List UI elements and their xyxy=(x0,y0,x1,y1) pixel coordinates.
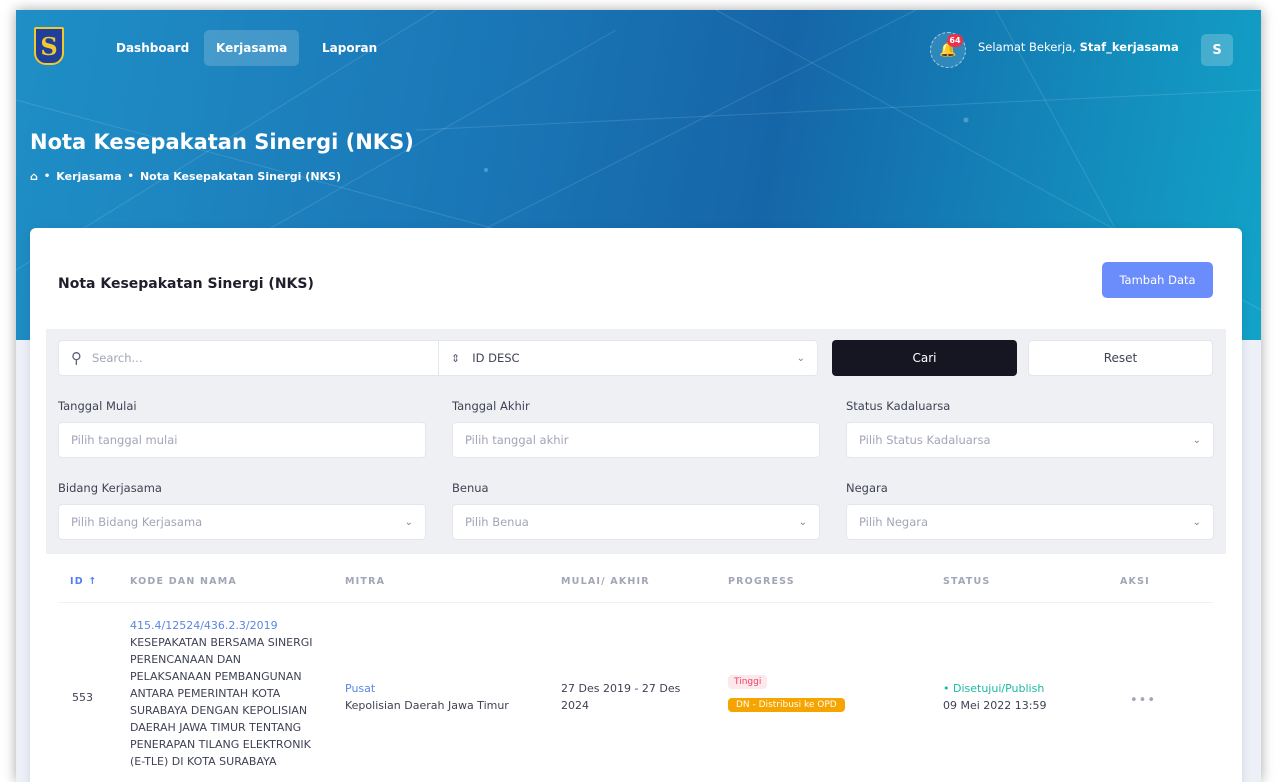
search-button[interactable]: Cari xyxy=(832,340,1017,376)
nav-kerjasama[interactable]: Kerjasama xyxy=(204,30,300,66)
chevron-down-icon: ⌄ xyxy=(1192,516,1201,528)
col-header-aksi: AKSI xyxy=(1120,576,1150,587)
breadcrumb: ⌂ • Kerjasama • Nota Kesepakatan Sinergi… xyxy=(30,170,341,183)
start-date-placeholder: Pilih tanggal mulai xyxy=(71,433,178,447)
start-date-field[interactable]: Pilih tanggal mulai xyxy=(58,422,426,458)
page-title: Nota Kesepakatan Sinergi (NKS) xyxy=(30,130,414,154)
expiry-status-label: Status Kadaluarsa xyxy=(846,399,951,413)
breadcrumb-separator: • xyxy=(127,171,134,182)
search-placeholder: Search... xyxy=(92,351,143,365)
status-label: Disetujui/Publish xyxy=(953,682,1045,695)
row-id: 553 xyxy=(72,691,93,704)
progress-badge: DN - Distribusi ke OPD xyxy=(728,698,845,712)
expiry-status-select[interactable]: Pilih Status Kadaluarsa ⌄ xyxy=(846,422,1214,458)
home-icon[interactable]: ⌂ xyxy=(30,170,38,183)
notification-button[interactable]: 🔔 64 xyxy=(930,32,966,68)
end-date-label: Tanggal Akhir xyxy=(452,399,530,413)
field-select[interactable]: Pilih Bidang Kerjasama ⌄ xyxy=(58,504,426,540)
breadcrumb-item-kerjasama[interactable]: Kerjasama xyxy=(56,170,121,183)
country-placeholder: Pilih Negara xyxy=(859,515,929,529)
field-placeholder: Pilih Bidang Kerjasama xyxy=(71,515,203,529)
card-title: Nota Kesepakatan Sinergi (NKS) xyxy=(58,276,314,292)
chevron-down-icon: ⌄ xyxy=(404,516,413,528)
col-header-id[interactable]: ID ↑ xyxy=(70,576,98,587)
sort-asc-icon: ↑ xyxy=(88,576,98,587)
continent-label: Benua xyxy=(452,481,489,495)
col-header-status[interactable]: STATUS xyxy=(943,576,990,587)
country-label: Negara xyxy=(846,481,888,495)
nks-card: Nota Kesepakatan Sinergi (NKS) Tambah Da… xyxy=(30,228,1242,782)
chevron-down-icon: ⌄ xyxy=(798,516,807,528)
start-date-label: Tanggal Mulai xyxy=(58,399,137,413)
nav-laporan[interactable]: Laporan xyxy=(310,30,389,66)
continent-select[interactable]: Pilih Benua ⌄ xyxy=(452,504,820,540)
user-greeting: Selamat Bekerja, Staf_kerjasama xyxy=(978,40,1179,54)
search-icon: ⚲ xyxy=(71,349,82,367)
expiry-status-placeholder: Pilih Status Kadaluarsa xyxy=(859,433,991,447)
chevron-down-icon: ⌄ xyxy=(796,352,805,364)
sort-select[interactable]: ⇕ ID DESC ⌄ xyxy=(438,340,818,376)
row-mitra-type[interactable]: Pusat xyxy=(345,680,545,697)
table-divider xyxy=(58,602,1213,603)
col-header-progress[interactable]: PROGRESS xyxy=(728,576,795,587)
col-header-mitra[interactable]: MITRA xyxy=(345,576,385,587)
breadcrumb-item-nks: Nota Kesepakatan Sinergi (NKS) xyxy=(139,170,341,183)
username: Staf_kerjasama xyxy=(1079,40,1179,54)
top-navigation: S Dashboard Kerjasama Laporan 🔔 64 Selam… xyxy=(16,10,1261,72)
field-label: Bidang Kerjasama xyxy=(58,481,162,495)
reset-button[interactable]: Reset xyxy=(1028,340,1213,376)
priority-badge: Tinggi xyxy=(728,675,768,689)
col-header-periode[interactable]: MULAI/ AKHIR xyxy=(561,576,650,587)
user-avatar[interactable]: S xyxy=(1201,34,1233,66)
col-header-id-label: ID xyxy=(70,576,84,587)
more-actions-icon[interactable]: ••• xyxy=(1130,693,1156,708)
end-date-placeholder: Pilih tanggal akhir xyxy=(465,433,569,447)
row-mitra-name: Kepolisian Daerah Jawa Timur xyxy=(345,699,509,712)
city-logo[interactable]: S xyxy=(34,27,64,65)
sort-value: ID DESC xyxy=(472,351,520,365)
col-header-kode[interactable]: KODE DAN NAMA xyxy=(130,576,237,587)
end-date-field[interactable]: Pilih tanggal akhir xyxy=(452,422,820,458)
row-mitra: Pusat Kepolisian Daerah Jawa Timur xyxy=(345,680,545,714)
row-periode: 27 Des 2019 - 27 Des 2024 xyxy=(561,682,681,712)
country-select[interactable]: Pilih Negara ⌄ xyxy=(846,504,1214,540)
notification-count-badge: 64 xyxy=(947,34,963,47)
filter-panel: ⚲ Search... ⇕ ID DESC ⌄ Cari Reset Tangg… xyxy=(46,329,1226,554)
status-text: • Disetujui/Publish xyxy=(943,682,1045,695)
row-kode-nama: 415.4/12524/436.2.3/2019 KESEPAKATAN BER… xyxy=(130,617,320,770)
greeting-prefix: Selamat Bekerja, xyxy=(978,40,1076,54)
status-date: 09 Mei 2022 13:59 xyxy=(943,699,1047,712)
continent-placeholder: Pilih Benua xyxy=(465,515,529,529)
search-input[interactable]: ⚲ Search... xyxy=(58,340,438,376)
app-window: S Dashboard Kerjasama Laporan 🔔 64 Selam… xyxy=(16,10,1261,782)
row-status: • Disetujui/Publish 09 Mei 2022 13:59 xyxy=(943,680,1103,714)
breadcrumb-separator: • xyxy=(43,171,51,182)
row-nama: KESEPAKATAN BERSAMA SINERGI PERENCANAAN … xyxy=(130,636,313,768)
chevron-down-icon: ⌄ xyxy=(1192,434,1201,446)
row-kode-link[interactable]: 415.4/12524/436.2.3/2019 xyxy=(130,617,320,634)
nav-dashboard[interactable]: Dashboard xyxy=(104,30,201,66)
sort-icon: ⇕ xyxy=(451,351,461,365)
add-data-button[interactable]: Tambah Data xyxy=(1102,262,1213,298)
